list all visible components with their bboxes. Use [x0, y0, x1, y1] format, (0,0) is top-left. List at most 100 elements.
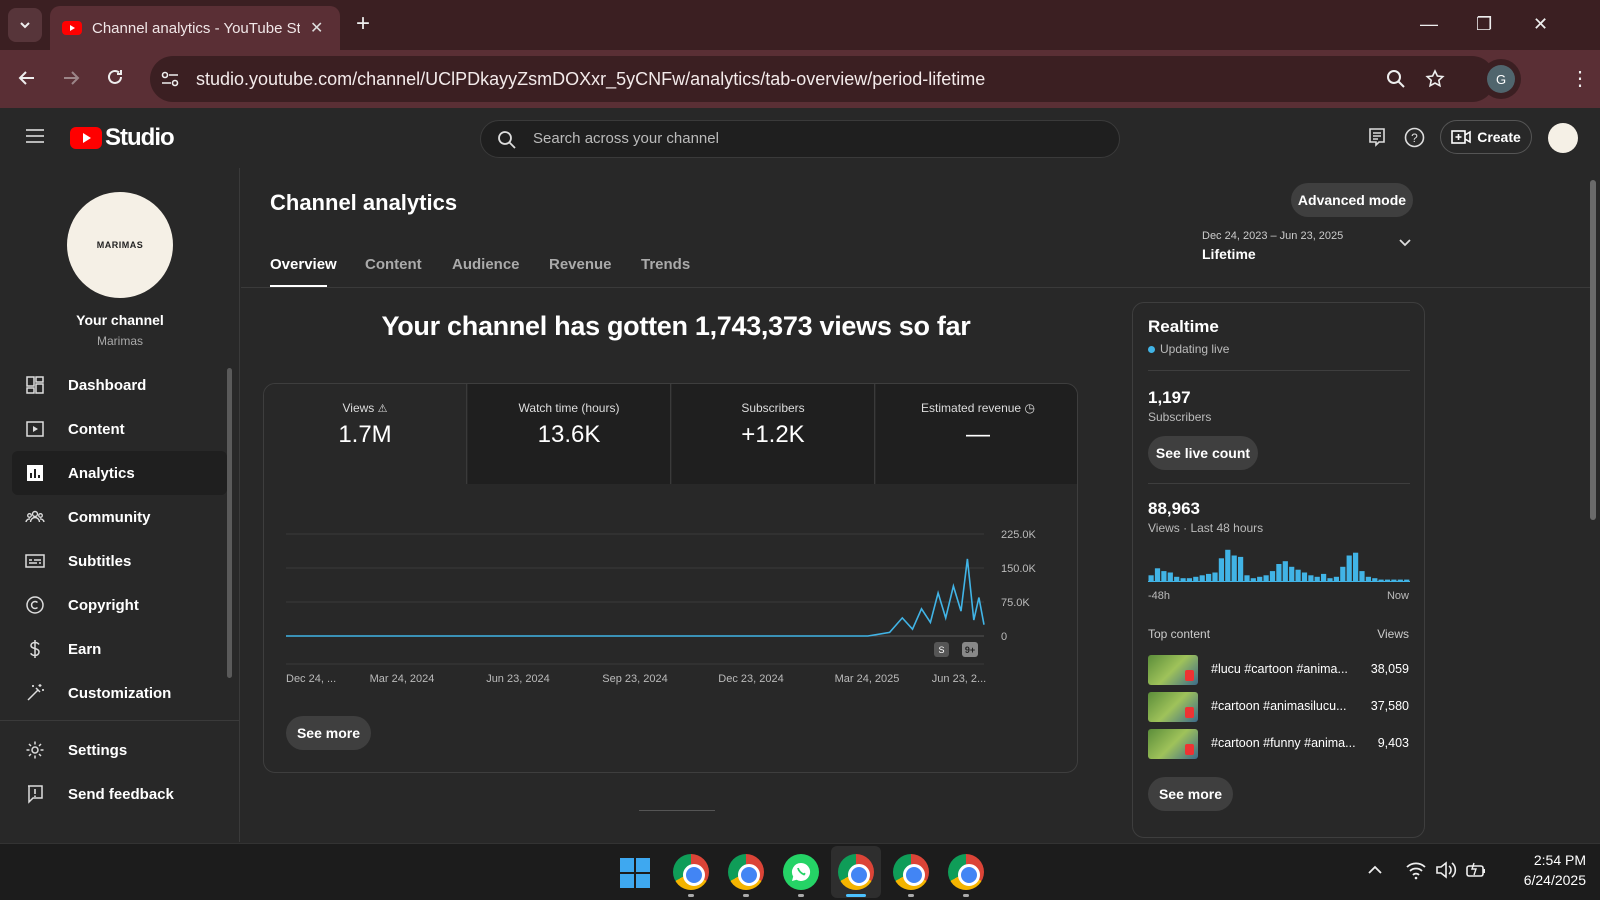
create-video-icon [1451, 130, 1472, 144]
tab-revenue[interactable]: Revenue [549, 256, 612, 273]
realtime-bar [1231, 555, 1237, 581]
live-dot-icon [1148, 345, 1155, 353]
tabs-divider [241, 287, 1591, 288]
create-button[interactable]: Create [1440, 120, 1532, 154]
channel-avatar[interactable]: MARIMAS [67, 192, 173, 298]
top-content-item[interactable]: #cartoon #animasilucu... 37,580 [1133, 692, 1424, 722]
search-box[interactable] [480, 120, 1120, 158]
sidebar-item-subtitles[interactable]: Subtitles [12, 539, 227, 583]
tab-overview[interactable]: Overview [270, 256, 337, 273]
dashboard-icon [24, 374, 46, 396]
notes-badge[interactable]: 9+ [962, 642, 978, 657]
chrome-profile-5-icon[interactable] [948, 854, 984, 890]
realtime-bar [1148, 575, 1154, 581]
clock-date[interactable]: 6/24/2025 [1500, 872, 1586, 888]
bookmark-star-icon[interactable] [1425, 69, 1445, 89]
realtime-see-more-button[interactable]: See more [1148, 777, 1233, 811]
forward-arrow-icon[interactable] [61, 68, 81, 88]
new-tab-button[interactable]: + [356, 12, 370, 36]
url-text[interactable]: studio.youtube.com/channel/UClPDkayyZsmD… [196, 69, 985, 90]
top-content-item[interactable]: #cartoon #funny #anima... 9,403 [1133, 729, 1424, 759]
volume-icon[interactable] [1435, 860, 1457, 880]
video-thumbnail [1148, 729, 1198, 759]
clock-time[interactable]: 2:54 PM [1500, 852, 1586, 868]
tab-trends[interactable]: Trends [641, 256, 690, 273]
close-window-icon[interactable]: ✕ [1533, 14, 1548, 35]
see-more-label: See more [296, 725, 361, 741]
metric-watch-time[interactable]: Watch time (hours) 13.6K [468, 384, 671, 484]
channel-avatar-text: MARIMAS [96, 240, 144, 250]
tab-audience[interactable]: Audience [452, 256, 520, 273]
windows-start-icon[interactable] [620, 858, 650, 888]
video-thumbnail [1148, 655, 1198, 685]
sidebar-item-customization[interactable]: Customization [12, 671, 227, 715]
reload-icon[interactable] [105, 67, 125, 87]
video-title: #cartoon #animasilucu... [1211, 699, 1347, 713]
studio-logo[interactable]: Studio [70, 124, 175, 152]
chevron-up-icon[interactable] [1367, 864, 1383, 876]
sidebar-item-settings[interactable]: Settings [12, 728, 227, 772]
sidebar-item-content[interactable]: Content [12, 407, 227, 451]
see-more-button[interactable]: See more [286, 716, 371, 750]
browser-tab[interactable]: Channel analytics - YouTube Studio ✕ [50, 6, 340, 50]
sidebar-item-dashboard[interactable]: Dashboard [12, 363, 227, 407]
metric-subscribers[interactable]: Subscribers +1.2K [672, 384, 875, 484]
realtime-bar [1167, 572, 1173, 581]
chrome-profile-2-icon[interactable] [728, 854, 764, 890]
realtime-bar [1308, 575, 1314, 581]
zoom-icon[interactable] [1386, 69, 1406, 89]
metric-revenue[interactable]: Estimated revenue ◷ — [876, 384, 1077, 484]
address-bar: studio.youtube.com/channel/UClPDkayyZsmD… [0, 50, 1600, 108]
realtime-card: Realtime Updating live 1,197 Subscribers… [1132, 302, 1425, 838]
realtime-bar [1340, 566, 1346, 581]
minimize-icon[interactable]: — [1420, 14, 1438, 35]
top-content-item[interactable]: #lucu #cartoon #anima... 38,059 [1133, 655, 1424, 685]
whatsapp-icon[interactable] [783, 854, 819, 890]
your-channel-label: Your channel [76, 312, 164, 328]
realtime-bar [1397, 579, 1403, 581]
tab-search-button[interactable] [8, 8, 42, 42]
realtime-bar [1333, 576, 1339, 582]
hamburger-menu-icon[interactable] [25, 128, 45, 144]
community-icon [24, 506, 46, 528]
realtime-bar [1276, 564, 1282, 581]
metric-views[interactable]: Views ⚠ 1.7M [264, 384, 467, 484]
see-live-count-button[interactable]: See live count [1148, 436, 1258, 470]
chrome-profile-1-icon[interactable] [673, 854, 709, 890]
back-arrow-icon[interactable] [17, 68, 37, 88]
realtime-views-label: Views · Last 48 hours [1148, 521, 1264, 535]
metric-label: Subscribers [741, 401, 805, 415]
battery-icon[interactable] [1465, 860, 1489, 880]
sidebar-item-earn[interactable]: Earn [12, 627, 227, 671]
tab-content[interactable]: Content [365, 256, 422, 273]
help-icon[interactable]: ? [1404, 127, 1425, 148]
account-avatar[interactable] [1548, 123, 1578, 153]
close-tab-icon[interactable]: ✕ [310, 18, 323, 38]
messages-icon[interactable] [1367, 127, 1387, 147]
advanced-mode-button[interactable]: Advanced mode [1291, 183, 1413, 217]
realtime-status-text: Updating live [1160, 342, 1230, 356]
date-range-picker[interactable]: Dec 24, 2023 – Jun 23, 2025 Lifetime [1202, 230, 1417, 264]
chrome-active-icon[interactable] [838, 854, 874, 890]
realtime-bar [1193, 576, 1199, 582]
omnibox[interactable]: studio.youtube.com/channel/UClPDkayyZsmD… [150, 56, 1495, 102]
profile-button[interactable]: G [1481, 59, 1521, 99]
site-info-icon[interactable] [160, 70, 180, 88]
tab-title: Channel analytics - YouTube Studio [92, 19, 300, 37]
chrome-profile-4-icon[interactable] [893, 854, 929, 890]
shorts-icon[interactable]: S [934, 642, 949, 657]
sidebar-item-analytics[interactable]: Analytics [12, 451, 227, 495]
dollar-icon [24, 638, 46, 660]
metric-label: Watch time (hours) [518, 401, 620, 415]
chart-y-tick-label: 150.0K [1001, 563, 1037, 575]
browser-menu-icon[interactable]: ⋮ [1570, 66, 1590, 91]
main-scrollbar[interactable] [1590, 180, 1596, 520]
restore-icon[interactable]: ❐ [1476, 14, 1492, 35]
search-input[interactable] [533, 130, 1093, 147]
sidebar-item-feedback[interactable]: Send feedback [12, 772, 227, 816]
youtube-logo-icon [70, 127, 102, 149]
wifi-icon[interactable] [1405, 860, 1427, 880]
sidebar-scrollbar[interactable] [227, 368, 232, 678]
sidebar-item-copyright[interactable]: Copyright [12, 583, 227, 627]
sidebar-item-community[interactable]: Community [12, 495, 227, 539]
